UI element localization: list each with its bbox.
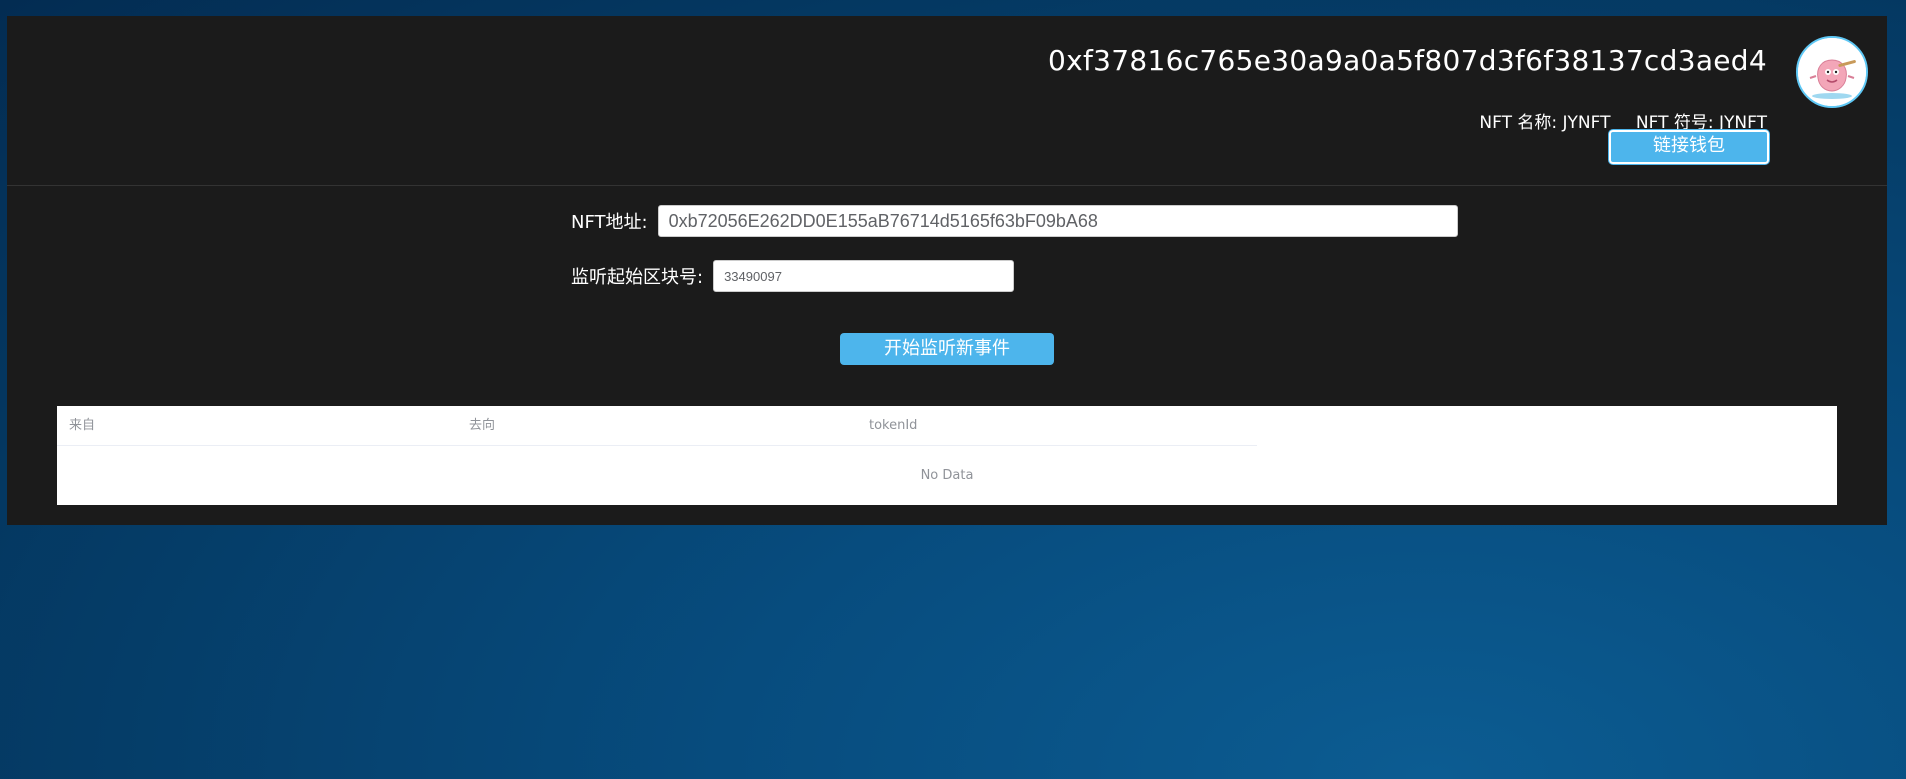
start-block-label: 监听起始区块号: — [571, 267, 704, 288]
table-empty-text: No Data — [920, 468, 974, 483]
start-block-input[interactable] — [713, 260, 1015, 292]
start-block-row: 监听起始区块号: — [571, 260, 1015, 292]
start-listening-button[interactable]: 开始监听新事件 — [840, 333, 1054, 365]
patrick-star-avatar-icon — [1798, 38, 1866, 106]
nft-name: NFT 名称: JYNFT — [1479, 113, 1611, 133]
nft-address-row: NFT地址: — [571, 205, 1458, 237]
events-table: 来自 去向 tokenId No Data — [57, 406, 1837, 505]
header: 0xf37816c765e30a9a0a5f807d3f6f38137cd3ae… — [7, 16, 1887, 186]
column-header-from[interactable]: 来自 — [57, 406, 457, 445]
column-header-to[interactable]: 去向 — [457, 406, 857, 445]
main-panel: 0xf37816c765e30a9a0a5f807d3f6f38137cd3ae… — [7, 16, 1887, 525]
nft-address-input[interactable] — [657, 205, 1458, 237]
account-address: 0xf37816c765e30a9a0a5f807d3f6f38137cd3ae… — [1048, 44, 1767, 77]
avatar[interactable] — [1796, 36, 1868, 108]
table-header: 来自 去向 tokenId — [57, 406, 1257, 446]
nft-address-label: NFT地址: — [571, 212, 648, 233]
connect-wallet-button[interactable]: 链接钱包 — [1609, 130, 1769, 164]
column-header-token-id[interactable]: tokenId — [857, 406, 1257, 445]
